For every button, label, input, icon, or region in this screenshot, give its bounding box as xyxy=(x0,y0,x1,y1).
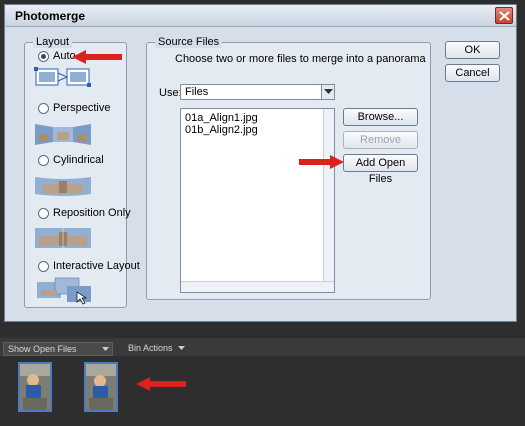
cancel-button[interactable]: Cancel xyxy=(445,64,500,82)
interactive-layout-thumbnail xyxy=(37,277,91,305)
browse-button[interactable]: Browse... xyxy=(343,108,418,126)
add-open-files-button[interactable]: Add Open Files xyxy=(343,154,418,185)
bin-thumbnail-1[interactable] xyxy=(18,362,52,412)
bin-thumbnail-2[interactable] xyxy=(84,362,118,412)
use-label: Use: xyxy=(159,87,182,99)
show-open-files-dropdown[interactable]: Show Open Files xyxy=(3,342,113,356)
title-bar[interactable]: Photomerge xyxy=(5,5,516,27)
perspective-thumbnail xyxy=(35,124,91,145)
bin-actions-menu[interactable]: Bin Actions xyxy=(128,343,186,353)
vertical-scrollbar[interactable] xyxy=(323,109,334,281)
annotation-arrow-icon xyxy=(299,155,344,169)
dialog-title: Photomerge xyxy=(15,9,86,23)
file-list-item[interactable]: 01a_Align1.jpg xyxy=(185,112,258,124)
annotation-arrow-icon xyxy=(136,377,186,391)
chevron-down-icon xyxy=(324,89,333,94)
dropdown-arrow[interactable] xyxy=(321,85,334,99)
radio-button[interactable] xyxy=(38,102,49,114)
radio-interactive-layout[interactable]: Interactive Layout xyxy=(38,259,140,273)
bin-actions-label: Bin Actions xyxy=(128,343,173,353)
file-list[interactable]: 01a_Align1.jpg 01b_Align2.jpg xyxy=(180,108,335,293)
auto-layout-thumbnail xyxy=(34,67,91,87)
use-dropdown-value: Files xyxy=(185,86,209,98)
ok-button[interactable]: OK xyxy=(445,41,500,59)
reposition-only-thumbnail xyxy=(35,228,91,248)
annotation-arrow-icon xyxy=(72,50,122,64)
radio-auto[interactable]: Auto xyxy=(38,49,76,63)
cylindrical-thumbnail xyxy=(35,177,91,196)
close-button[interactable] xyxy=(495,7,513,24)
close-icon xyxy=(499,11,510,21)
radio-label: Perspective xyxy=(53,102,111,114)
radio-button[interactable] xyxy=(38,207,49,219)
instructions-text: Choose two or more files to merge into a… xyxy=(175,53,426,65)
use-dropdown[interactable]: Files xyxy=(180,84,335,100)
radio-label: Cylindrical xyxy=(53,154,104,166)
radio-label: Reposition Only xyxy=(53,207,131,219)
radio-button[interactable] xyxy=(38,154,49,166)
chevron-down-icon xyxy=(102,347,109,351)
radio-button[interactable] xyxy=(38,50,49,62)
chevron-down-icon xyxy=(178,346,186,350)
photo-thumbnail xyxy=(20,364,50,410)
radio-button[interactable] xyxy=(38,260,49,272)
radio-cylindrical[interactable]: Cylindrical xyxy=(38,153,104,167)
file-list-item[interactable]: 01b_Align2.jpg xyxy=(185,124,258,136)
source-files-label: Source Files xyxy=(155,36,223,48)
radio-label: Interactive Layout xyxy=(53,260,140,272)
layout-group-label: Layout xyxy=(33,36,73,48)
show-open-files-value: Show Open Files xyxy=(8,344,77,354)
remove-button[interactable]: Remove xyxy=(343,131,418,149)
horizontal-scrollbar[interactable] xyxy=(181,281,334,292)
radio-perspective[interactable]: Perspective xyxy=(38,101,110,115)
radio-reposition-only[interactable]: Reposition Only xyxy=(38,206,131,220)
photo-thumbnail xyxy=(86,364,116,410)
